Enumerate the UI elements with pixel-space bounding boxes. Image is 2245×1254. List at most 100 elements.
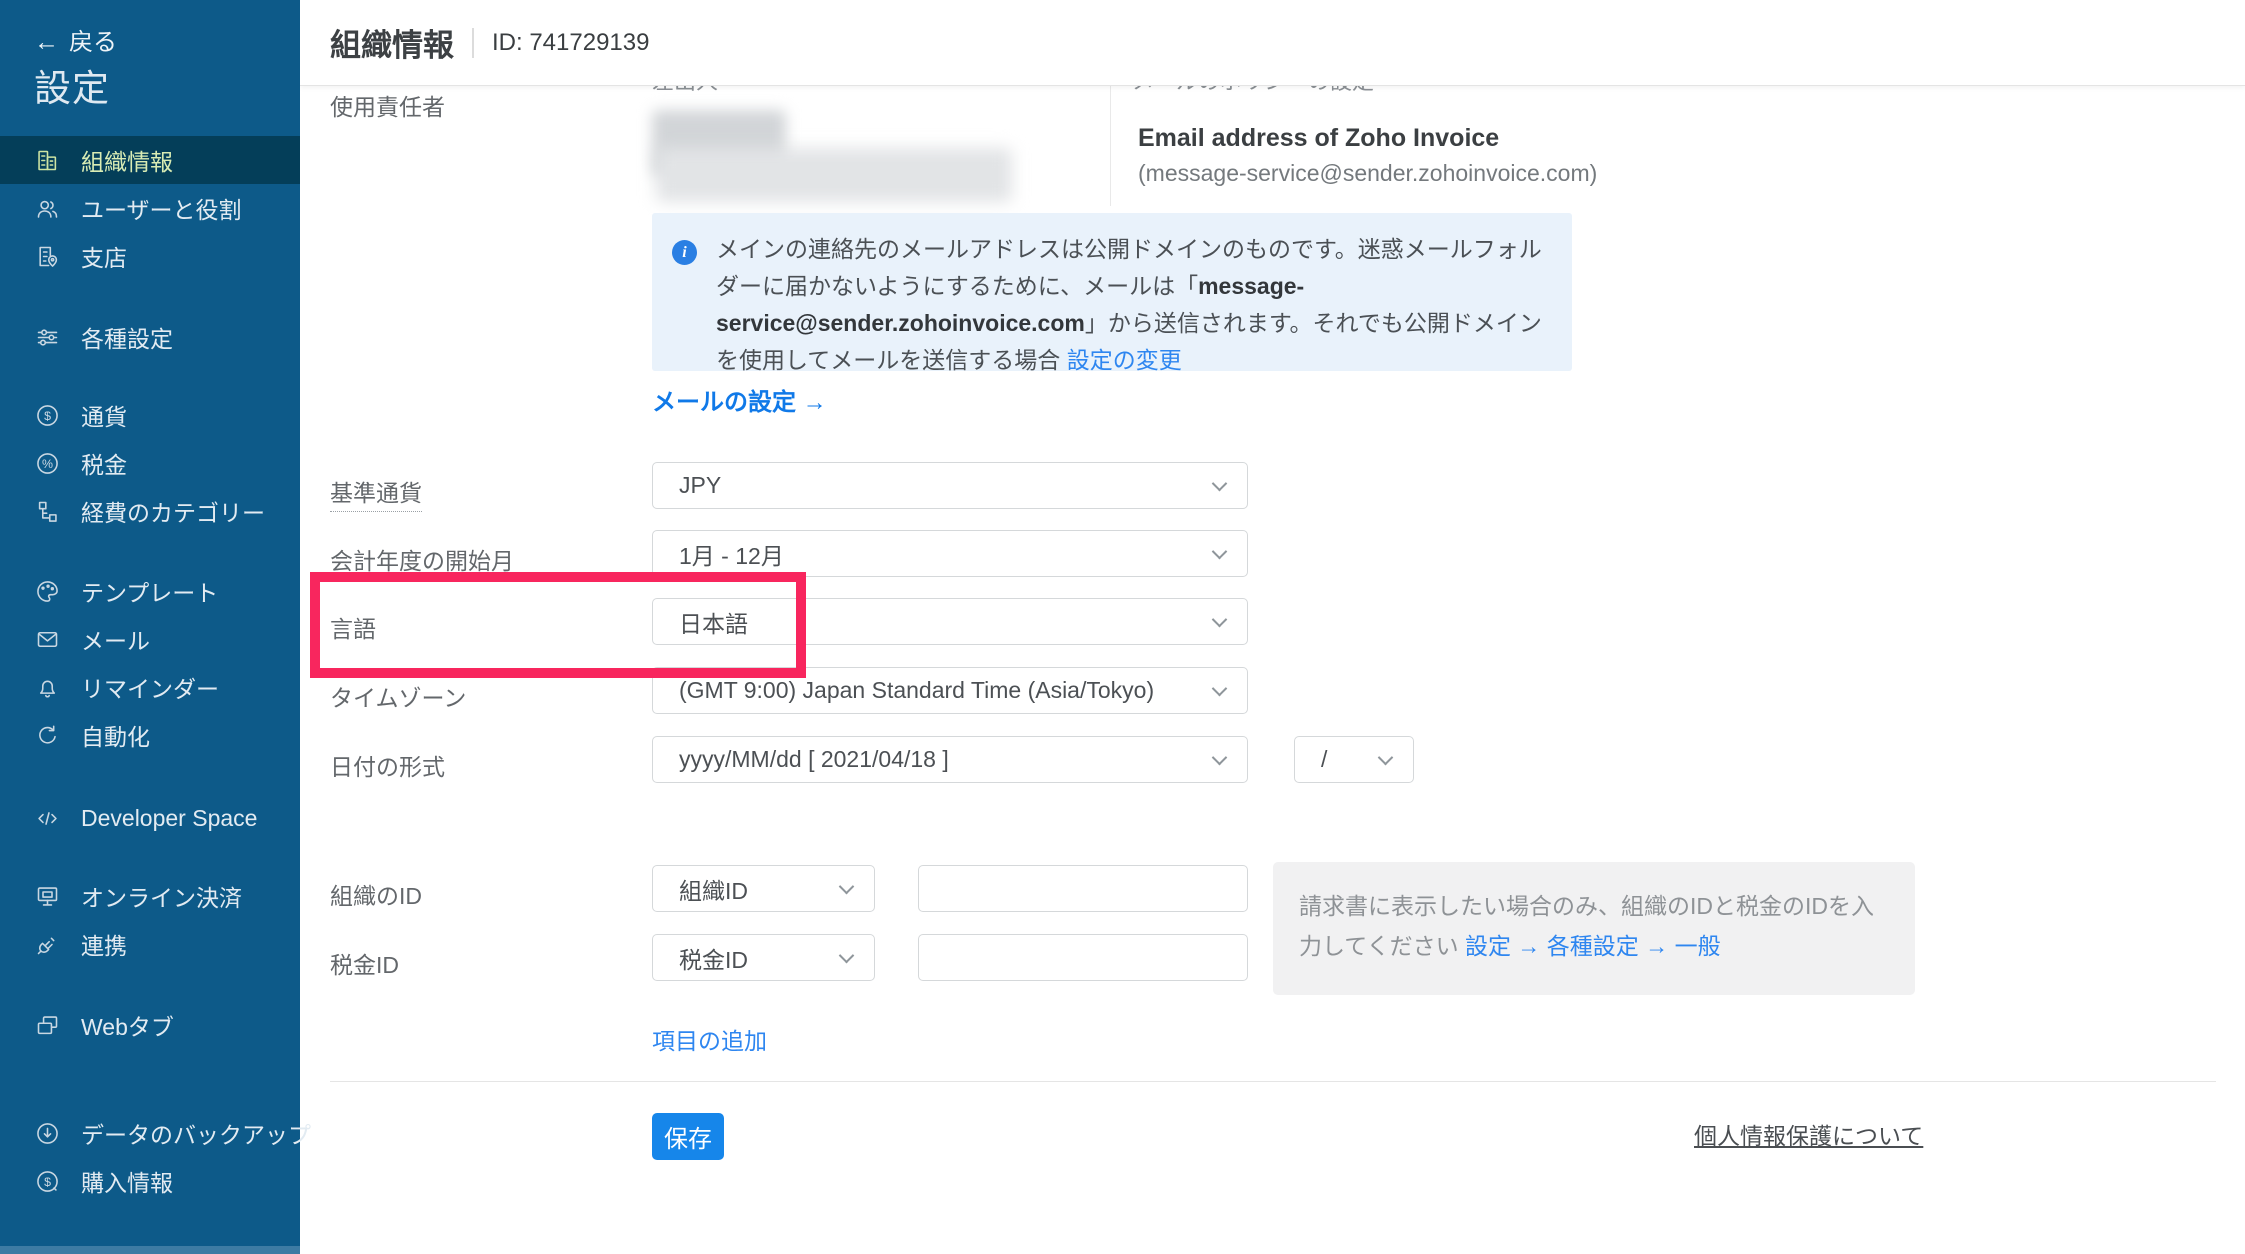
sidebar-item-label: 経費のカテゴリー	[81, 494, 265, 528]
sidebar-item-subscription[interactable]: $ 購入情報	[0, 1157, 300, 1205]
id-display-note: 請求書に表示したい場合のみ、組織のIDと税金のIDを入力してください 設定 → …	[1273, 862, 1915, 995]
sidebar-title: 設定	[34, 58, 110, 112]
mail-settings-label: メールの設定	[652, 389, 796, 416]
base-currency-label-text: 基準通貨	[330, 480, 422, 512]
sidebar-item-label: 各種設定	[81, 320, 173, 354]
sidebar-scrollbar[interactable]	[0, 1246, 300, 1254]
chevron-down-icon	[839, 947, 855, 963]
windows-icon	[34, 1012, 61, 1039]
sidebar-item-users-roles[interactable]: ユーザーと役割	[0, 184, 300, 232]
sidebar-item-organization-profile[interactable]: 組織情報	[0, 136, 300, 184]
svg-text:$: $	[44, 409, 51, 423]
sidebar-item-taxes[interactable]: % 税金	[0, 439, 300, 487]
tax-id-type-value: 税金ID	[679, 941, 748, 975]
sidebar-item-label: オンライン決済	[81, 879, 242, 913]
title-separator	[472, 28, 474, 58]
save-button[interactable]: 保存	[652, 1113, 724, 1160]
sidebar-item-online-payments[interactable]: オンライン決済	[0, 872, 300, 920]
back-button[interactable]: ← 戻る	[34, 22, 117, 57]
language-value: 日本語	[679, 605, 748, 639]
note-arrow: →	[1645, 933, 1668, 959]
sidebar-item-developer-space[interactable]: Developer Space	[0, 794, 300, 842]
tax-percent-icon: %	[34, 450, 61, 477]
sidebar-item-label: 自動化	[81, 718, 150, 752]
mail-settings-link[interactable]: メールの設定 →	[652, 382, 827, 417]
chevron-down-icon	[1378, 749, 1394, 765]
svg-text:$: $	[44, 1175, 51, 1189]
page-header: 組織情報 ID: 741729139	[300, 0, 2245, 86]
info-icon: i	[672, 240, 697, 265]
sidebar-item-label: データのバックアップ	[81, 1116, 311, 1150]
timezone-value: (GMT 9:00) Japan Standard Time (Asia/Tok…	[679, 677, 1154, 704]
base-currency-label: 基準通貨	[330, 474, 422, 508]
sidebar-item-label: Developer Space	[81, 805, 257, 832]
svg-text:%: %	[42, 457, 53, 471]
fiscal-year-select[interactable]: 1月 - 12月	[652, 530, 1248, 577]
sidebar-item-integrations[interactable]: 連携	[0, 920, 300, 968]
sidebar-item-preferences[interactable]: 各種設定	[0, 313, 300, 361]
sidebar-item-label: 連携	[81, 927, 127, 961]
sidebar-item-label: 購入情報	[81, 1164, 173, 1198]
redacted-email-blur	[656, 148, 1012, 202]
sidebar-item-templates[interactable]: テンプレート	[0, 567, 300, 615]
change-settings-link[interactable]: 設定の変更	[1067, 347, 1182, 373]
timezone-label: タイムゾーン	[330, 679, 466, 713]
sidebar-item-label: 組織情報	[81, 143, 173, 177]
timezone-select[interactable]: (GMT 9:00) Japan Standard Time (Asia/Tok…	[652, 667, 1248, 714]
payment-screen-icon	[34, 883, 61, 910]
sidebar-item-label: ユーザーと役割	[81, 191, 242, 225]
base-currency-select[interactable]: JPY	[652, 462, 1248, 509]
category-tree-icon	[34, 498, 61, 525]
org-id-type-select[interactable]: 組織ID	[652, 865, 875, 912]
sidebar-item-label: 通貨	[81, 398, 127, 432]
sidebar-item-emails[interactable]: メール	[0, 615, 300, 663]
note-preferences-link[interactable]: 各種設定	[1547, 933, 1639, 959]
chevron-down-icon	[1212, 475, 1228, 491]
sidebar-item-label: 支店	[81, 239, 127, 273]
app-window: ← 戻る 設定 組織情報 ユーザーと役割 支店 各種設定	[0, 0, 2245, 1254]
sidebar-item-automation[interactable]: 自動化	[0, 711, 300, 759]
sidebar-item-reminders[interactable]: リマインダー	[0, 663, 300, 711]
info-text: メインの連絡先のメールアドレスは公開ドメインのものです。迷惑メールフォルダーに届…	[716, 231, 1544, 379]
users-icon	[34, 195, 61, 222]
back-label: 戻る	[69, 29, 117, 56]
date-separator-select[interactable]: /	[1294, 736, 1414, 783]
sidebar-item-label: リマインダー	[81, 670, 219, 704]
refresh-icon	[34, 722, 61, 749]
chevron-down-icon	[1212, 611, 1228, 627]
mail-icon	[34, 626, 61, 653]
zoho-email-title: Email address of Zoho Invoice	[1138, 124, 1499, 153]
org-id-label: 組織のID	[330, 877, 422, 911]
privacy-policy-link[interactable]: 個人情報保護について	[1694, 1117, 1923, 1151]
date-format-label: 日付の形式	[330, 748, 445, 782]
date-format-value: yyyy/MM/dd [ 2021/04/18 ]	[679, 746, 949, 773]
email-domain-info-box: i メインの連絡先のメールアドレスは公開ドメインのものです。迷惑メールフォルダー…	[652, 213, 1572, 371]
add-field-link[interactable]: 項目の追加	[652, 1022, 767, 1056]
date-format-select[interactable]: yyyy/MM/dd [ 2021/04/18 ]	[652, 736, 1248, 783]
sidebar-item-label: メール	[81, 622, 150, 656]
date-separator-value: /	[1321, 746, 1327, 773]
tax-id-input[interactable]	[918, 934, 1248, 981]
back-arrow-icon: ←	[34, 28, 59, 56]
sidebar-item-branches[interactable]: 支店	[0, 232, 300, 280]
language-select[interactable]: 日本語	[652, 598, 1248, 645]
org-id-input[interactable]	[918, 865, 1248, 912]
bell-icon	[34, 674, 61, 701]
tax-id-type-select[interactable]: 税金ID	[652, 934, 875, 981]
note-general-link[interactable]: 一般	[1675, 933, 1721, 959]
sidebar-item-label: テンプレート	[81, 574, 218, 608]
chevron-down-icon	[1212, 543, 1228, 559]
sidebar-item-currencies[interactable]: $ 通貨	[0, 391, 300, 439]
sidebar-item-web-tabs[interactable]: Webタブ	[0, 1001, 300, 1049]
sidebar-item-expense-categories[interactable]: 経費のカテゴリー	[0, 487, 300, 535]
organization-profile-panel: 使用責任者 差出人 メールのポリシーの設定 Email address of Z…	[300, 0, 2245, 1254]
sidebar-item-data-backup[interactable]: データのバックアップ	[0, 1109, 300, 1157]
owner-label: 使用責任者	[330, 88, 445, 122]
note-settings-link[interactable]: 設定	[1465, 933, 1511, 959]
org-id-type-value: 組織ID	[679, 872, 748, 906]
organization-id: ID: 741729139	[492, 29, 649, 57]
base-currency-value: JPY	[679, 472, 721, 499]
download-circle-icon	[34, 1120, 61, 1147]
settings-sidebar: ← 戻る 設定 組織情報 ユーザーと役割 支店 各種設定	[0, 0, 300, 1254]
plug-icon	[34, 931, 61, 958]
